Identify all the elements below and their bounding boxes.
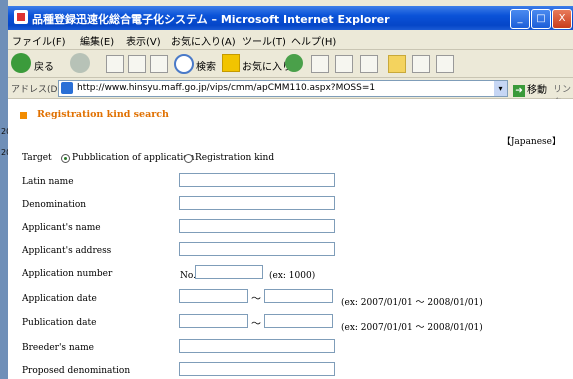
publication-date-to-input[interactable] (264, 314, 333, 328)
search-button-label[interactable]: 検索 (196, 58, 216, 73)
search-icon[interactable] (174, 54, 194, 74)
latin-name-label: Latin name (22, 177, 74, 187)
menu-favorites[interactable]: お気に入り(A) (171, 33, 236, 48)
favorites-star-icon[interactable] (222, 54, 240, 72)
range-separator: ～ (251, 319, 261, 330)
proposed-denomination-input[interactable] (179, 362, 335, 376)
application-date-hint: (ex: 2007/01/01 ～ 2008/01/01) (341, 298, 483, 308)
radio-registration[interactable] (184, 154, 193, 163)
radio-publication-label[interactable]: Pubblication of application (72, 153, 194, 163)
radio-registration-label[interactable]: Registration kind (195, 153, 274, 163)
target-label: Target (22, 153, 52, 163)
application-number-input[interactable] (195, 265, 263, 279)
maximize-button[interactable]: □ (531, 9, 551, 29)
page-content: Registration kind search 【Japanese】 Targ… (8, 99, 573, 379)
proposed-denomination-label: Proposed denomination (22, 366, 131, 376)
print-icon[interactable] (335, 55, 353, 73)
window-title: 品種登録迅速化総合電子化システム – Microsoft Internet Ex… (32, 13, 390, 26)
folder-icon[interactable] (388, 55, 406, 73)
applicants-address-label: Applicant's address (22, 246, 112, 256)
applicants-name-input[interactable] (179, 219, 335, 233)
chevron-down-icon[interactable]: ▾ (494, 81, 507, 96)
mail-icon[interactable] (311, 55, 329, 73)
stop-icon[interactable] (106, 55, 124, 73)
menu-edit[interactable]: 編集(E) (80, 33, 114, 48)
application-date-label: Application date (22, 294, 97, 304)
latin-name-input[interactable] (179, 173, 335, 187)
applicants-name-label: Applicant's name (22, 223, 101, 233)
application-number-hint: (ex: 1000) (269, 271, 316, 281)
go-button-label: 移動 (527, 85, 547, 96)
history-icon[interactable] (285, 54, 303, 72)
close-button[interactable]: X (552, 9, 572, 29)
go-arrow-icon: ➜ (513, 85, 525, 97)
forward-arrow-icon[interactable] (70, 53, 90, 73)
research-icon[interactable] (412, 55, 430, 73)
publication-date-from-input[interactable] (179, 314, 248, 328)
denomination-input[interactable] (179, 196, 335, 210)
home-icon[interactable] (150, 55, 168, 73)
application-number-label: Application number (22, 269, 113, 279)
application-date-to-input[interactable] (264, 289, 333, 303)
toolbar: 戻る 検索 お気に入り (8, 50, 573, 78)
edit-icon[interactable] (360, 55, 378, 73)
address-url[interactable]: http://www.hinsyu.maff.go.jp/vips/cmm/ap… (77, 83, 375, 93)
messenger-icon[interactable] (436, 55, 454, 73)
refresh-icon[interactable] (128, 55, 146, 73)
menu-bar: ファイル(F) 編集(E) 表示(V) お気に入り(A) ツール(T) ヘルプ(… (8, 30, 573, 50)
back-arrow-icon[interactable] (11, 53, 31, 73)
application-date-from-input[interactable] (179, 289, 248, 303)
go-button[interactable]: ➜ 移動 (513, 81, 547, 97)
address-bar: アドレス(D) http://www.hinsyu.maff.go.jp/vip… (8, 78, 573, 108)
radio-publication[interactable] (61, 154, 70, 163)
menu-file[interactable]: ファイル(F) (12, 33, 66, 48)
application-number-prefix: No. (180, 271, 196, 281)
menu-tools[interactable]: ツール(T) (242, 33, 286, 48)
menu-help[interactable]: ヘルプ(H) (291, 33, 336, 48)
page-icon (61, 82, 73, 94)
minimize-button[interactable]: _ (510, 9, 530, 29)
back-button-label[interactable]: 戻る (34, 58, 54, 73)
menu-view[interactable]: 表示(V) (126, 33, 161, 48)
range-separator: ～ (251, 294, 261, 305)
japanese-link[interactable]: 【Japanese】 (502, 134, 561, 147)
section-marker-icon (20, 112, 27, 119)
denomination-label: Denomination (22, 200, 87, 210)
section-title: Registration kind search (37, 109, 169, 120)
publication-date-label: Publication date (22, 318, 97, 328)
breeders-name-label: Breeder's name (22, 343, 94, 353)
address-input[interactable]: http://www.hinsyu.maff.go.jp/vips/cmm/ap… (58, 80, 508, 97)
breeders-name-input[interactable] (179, 339, 335, 353)
app-icon (14, 10, 28, 24)
publication-date-hint: (ex: 2007/01/01 ～ 2008/01/01) (341, 323, 483, 333)
applicants-address-input[interactable] (179, 242, 335, 256)
title-bar[interactable]: 品種登録迅速化総合電子化システム – Microsoft Internet Ex… (8, 6, 573, 30)
address-label: アドレス(D) (11, 85, 61, 95)
browser-window: 品種登録迅速化総合電子化システム – Microsoft Internet Ex… (8, 0, 573, 379)
